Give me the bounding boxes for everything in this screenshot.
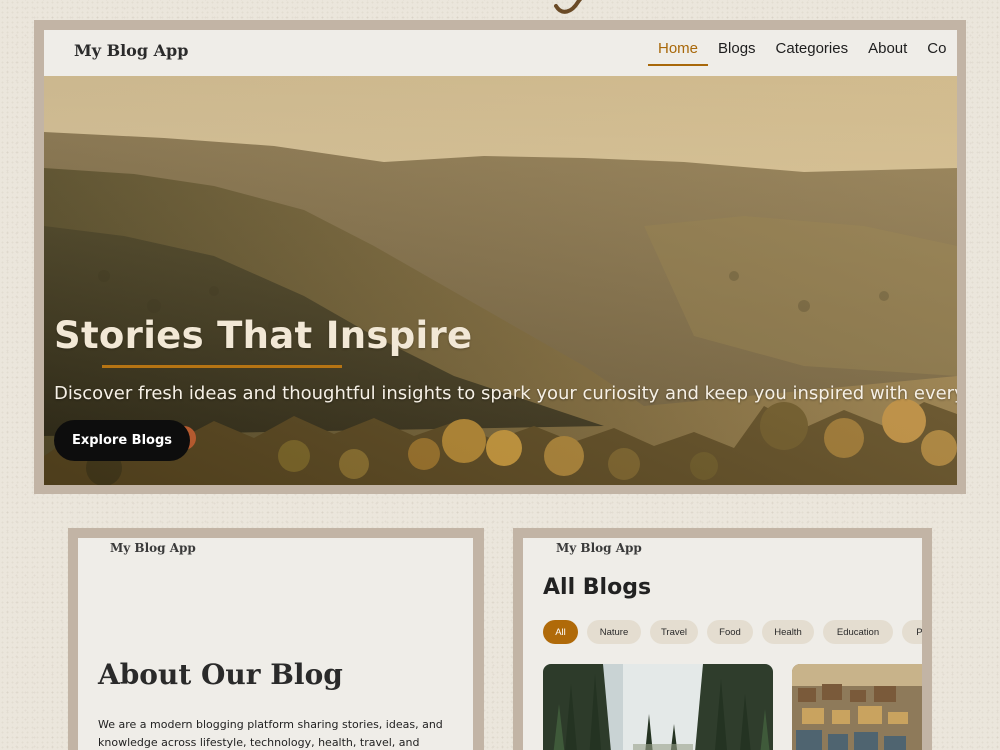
blog-card-forest-image[interactable] bbox=[543, 664, 773, 750]
explore-blogs-button[interactable]: Explore Blogs bbox=[54, 420, 190, 461]
blog-card-city-image[interactable] bbox=[792, 664, 922, 750]
nav-link-categories[interactable]: Categories bbox=[766, 30, 859, 76]
filter-chip-education[interactable]: Education bbox=[823, 620, 893, 644]
decorative-flourish-icon bbox=[554, 0, 583, 14]
about-page-text: We are a modern blogging platform sharin… bbox=[98, 718, 443, 749]
nav-link-home[interactable]: Home bbox=[648, 30, 709, 76]
top-navbar: My Blog App Home Blogs Categories About … bbox=[44, 30, 957, 76]
main-screenshot-frame: Stories That Inspire Discover fresh idea… bbox=[34, 20, 966, 494]
filter-chip-all[interactable]: All bbox=[543, 620, 578, 644]
site-logo[interactable]: My Blog App bbox=[74, 41, 188, 60]
about-page: My Blog App About Our Blog We are a mode… bbox=[78, 538, 473, 750]
hero-section: Stories That Inspire Discover fresh idea… bbox=[44, 76, 957, 485]
blogs-preview-frame: My Blog App All Blogs All Nature Travel … bbox=[513, 528, 932, 750]
about-preview-frame: My Blog App About Our Blog We are a mode… bbox=[68, 528, 484, 750]
nav-link-contact[interactable]: Co bbox=[917, 30, 956, 76]
filter-chip-nature[interactable]: Nature bbox=[587, 620, 641, 644]
filter-chip-photography[interactable]: Ph bbox=[902, 620, 922, 644]
filter-chip-food[interactable]: Food bbox=[707, 620, 753, 644]
filter-chip-travel[interactable]: Travel bbox=[650, 620, 698, 644]
category-filter-row: All Nature Travel Food Health Education … bbox=[543, 620, 922, 644]
blogs-page-logo[interactable]: My Blog App bbox=[556, 541, 642, 555]
nav-link-blogs[interactable]: Blogs bbox=[708, 30, 766, 76]
hero-subtitle: Discover fresh ideas and thoughtful insi… bbox=[54, 383, 957, 404]
filter-chip-health[interactable]: Health bbox=[762, 620, 814, 644]
hero-title: Stories That Inspire bbox=[54, 314, 473, 357]
about-page-title: About Our Blog bbox=[98, 658, 343, 691]
main-page: Stories That Inspire Discover fresh idea… bbox=[44, 30, 957, 485]
nav-links: Home Blogs Categories About Co bbox=[648, 30, 956, 76]
blogs-page: My Blog App All Blogs All Nature Travel … bbox=[523, 538, 922, 750]
about-page-logo[interactable]: My Blog App bbox=[110, 541, 196, 555]
hero-title-underline bbox=[102, 365, 342, 368]
blogs-page-title: All Blogs bbox=[543, 575, 652, 600]
nav-link-about[interactable]: About bbox=[858, 30, 917, 76]
